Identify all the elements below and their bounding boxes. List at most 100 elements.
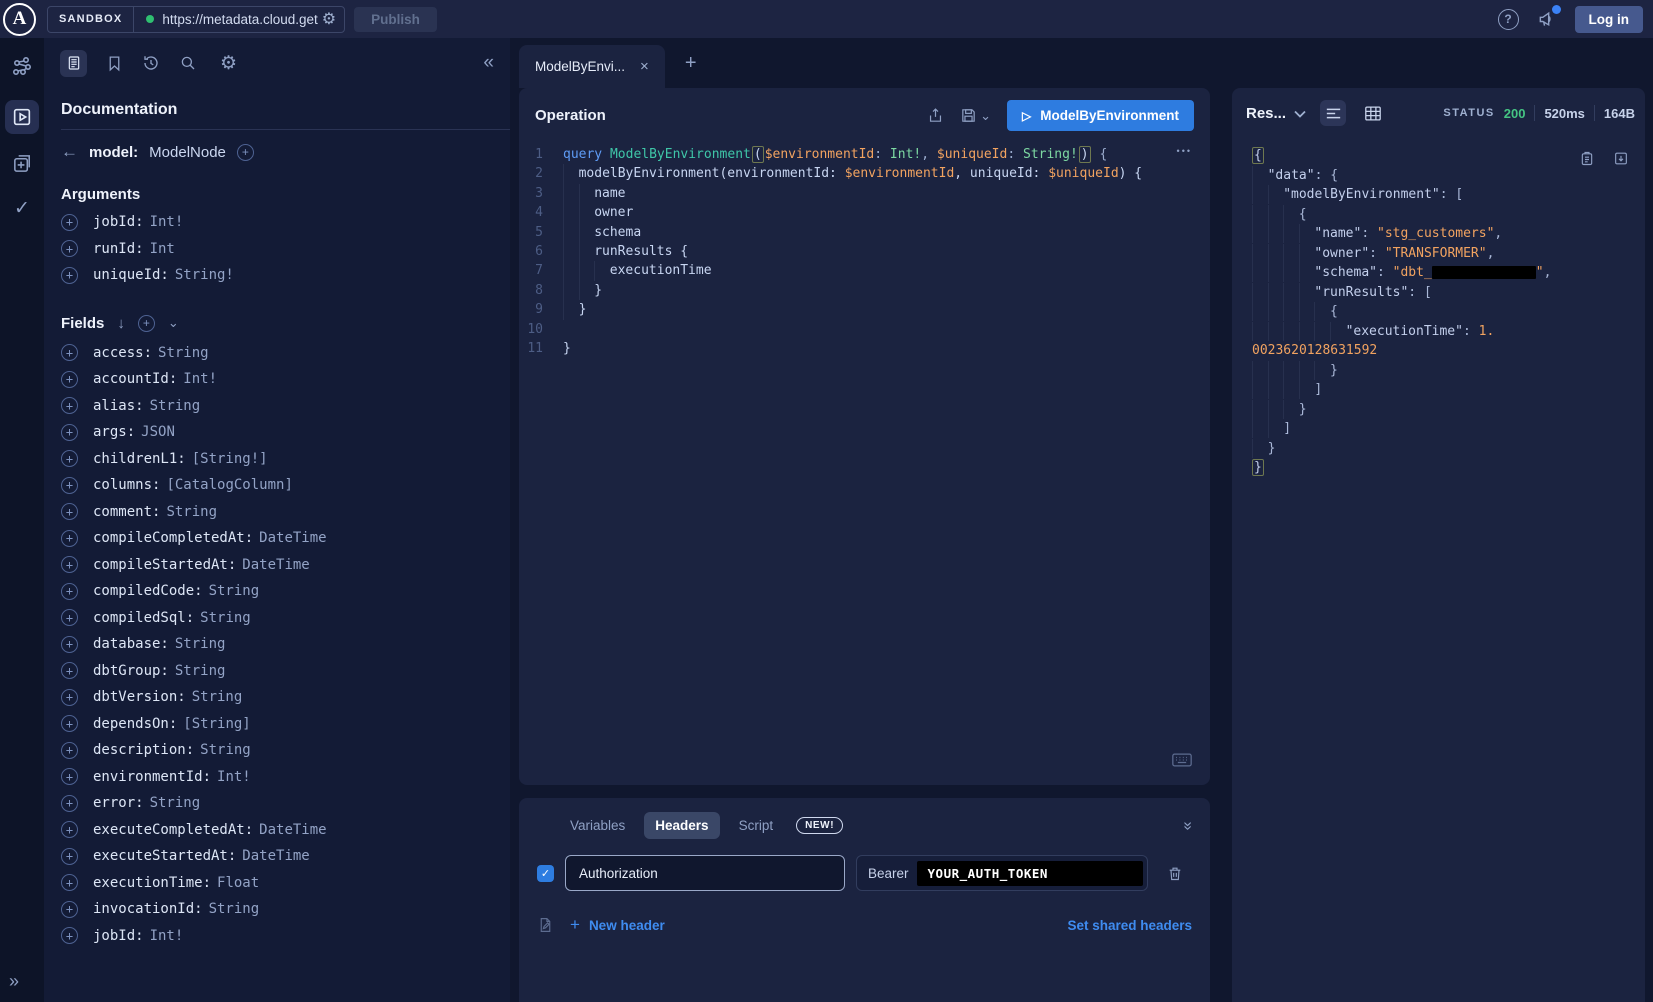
field-row[interactable]: +compileStartedAt:DateTime <box>44 552 510 579</box>
breadcrumb-type-name[interactable]: ModelNode <box>149 144 226 161</box>
add-to-query-icon[interactable]: + <box>61 609 78 626</box>
field-row[interactable]: +columns:[CatalogColumn] <box>44 472 510 499</box>
field-row[interactable]: +compiledSql:String <box>44 605 510 632</box>
field-type[interactable]: DateTime <box>259 822 326 838</box>
add-to-query-icon[interactable]: + <box>61 848 78 865</box>
field-row[interactable]: +error:String <box>44 790 510 817</box>
add-to-query-icon[interactable]: + <box>61 267 78 284</box>
field-row[interactable]: +args:JSON <box>44 419 510 446</box>
argument-row[interactable]: +runId:Int <box>44 236 510 263</box>
add-to-query-icon[interactable]: + <box>61 371 78 388</box>
endpoint-url-group[interactable]: SANDBOX https://metadata.cloud.get ⚙ <box>47 6 345 33</box>
explorer-nav-icon[interactable] <box>5 100 39 134</box>
add-to-query-icon[interactable]: + <box>61 715 78 732</box>
field-row[interactable]: +dependsOn:[String] <box>44 711 510 738</box>
add-to-query-icon[interactable]: + <box>61 901 78 918</box>
login-button[interactable]: Log in <box>1575 6 1644 33</box>
explorer-settings-gear-icon[interactable]: ⚙ <box>220 52 237 75</box>
field-type[interactable]: DateTime <box>259 530 326 546</box>
tab-variables[interactable]: Variables <box>559 812 636 839</box>
add-to-query-icon[interactable]: + <box>61 927 78 944</box>
header-enabled-checkbox[interactable]: ✓ <box>537 865 554 882</box>
back-arrow-icon[interactable]: ← <box>61 142 78 162</box>
add-to-query-icon[interactable]: + <box>61 583 78 600</box>
field-type[interactable]: Int! <box>150 214 184 230</box>
add-to-query-icon[interactable]: + <box>61 636 78 653</box>
add-to-query-icon[interactable]: + <box>61 662 78 679</box>
keyboard-shortcuts-icon[interactable] <box>1172 753 1192 767</box>
edit-headers-document-icon[interactable] <box>537 916 554 934</box>
field-type[interactable]: String <box>200 610 251 626</box>
tab-script[interactable]: Script <box>728 812 785 839</box>
field-type[interactable]: String <box>175 663 226 679</box>
graphql-editor[interactable]: 1query ModelByEnvironment($environmentId… <box>519 141 1210 358</box>
response-json-viewer[interactable]: {"data": {"modelByEnvironment": [{"name"… <box>1232 132 1645 478</box>
field-row[interactable]: +executeCompletedAt:DateTime <box>44 817 510 844</box>
add-to-query-icon[interactable]: + <box>61 689 78 706</box>
add-to-query-icon[interactable]: + <box>61 795 78 812</box>
argument-row[interactable]: +jobId:Int! <box>44 209 510 236</box>
field-type[interactable]: JSON <box>141 424 175 440</box>
add-to-query-icon[interactable]: + <box>61 344 78 361</box>
collapse-panel-chevron-icon[interactable]: » <box>1179 821 1197 830</box>
add-to-query-icon[interactable]: + <box>61 556 78 573</box>
delete-header-icon[interactable] <box>1167 865 1183 882</box>
add-to-query-icon[interactable]: + <box>61 240 78 257</box>
documentation-tab-icon[interactable] <box>60 50 87 77</box>
add-to-query-icon[interactable]: + <box>61 821 78 838</box>
field-type[interactable]: String <box>192 689 243 705</box>
field-type[interactable]: Float <box>217 875 259 891</box>
field-type[interactable]: String <box>209 901 260 917</box>
field-row[interactable]: +accountId:Int! <box>44 366 510 393</box>
field-type[interactable]: String <box>150 795 201 811</box>
field-type[interactable]: String <box>200 742 251 758</box>
field-type[interactable]: [String] <box>183 716 250 732</box>
connection-settings-gear-icon[interactable]: ⚙ <box>322 9 336 29</box>
code-line[interactable]: 10 <box>519 320 1210 339</box>
add-to-query-icon[interactable]: + <box>61 503 78 520</box>
argument-row[interactable]: +uniqueId:String! <box>44 262 510 289</box>
field-type[interactable]: DateTime <box>242 848 309 864</box>
field-row[interactable]: +alias:String <box>44 393 510 420</box>
code-line[interactable]: 1query ModelByEnvironment($environmentId… <box>519 145 1210 164</box>
fields-options-chevron-icon[interactable]: ⌄ <box>168 315 179 331</box>
field-row[interactable]: +description:String <box>44 737 510 764</box>
add-to-query-icon[interactable]: + <box>61 214 78 231</box>
editor-more-options-icon[interactable]: ••• <box>1177 146 1192 156</box>
field-row[interactable]: +access:String <box>44 340 510 367</box>
field-row[interactable]: +compileCompletedAt:DateTime <box>44 525 510 552</box>
code-line[interactable]: 6runResults { <box>519 242 1210 261</box>
header-key-input[interactable] <box>565 855 845 891</box>
field-row[interactable]: +dbtGroup:String <box>44 658 510 685</box>
add-to-query-icon[interactable]: + <box>61 477 78 494</box>
download-response-icon[interactable] <box>1613 150 1629 167</box>
field-type[interactable]: String <box>209 583 260 599</box>
field-row[interactable]: +compiledCode:String <box>44 578 510 605</box>
field-row[interactable]: +environmentId:Int! <box>44 764 510 791</box>
code-line[interactable]: 7executionTime <box>519 261 1210 280</box>
collections-nav-icon[interactable] <box>11 152 34 175</box>
code-line[interactable]: 2modelByEnvironment(environmentId: $envi… <box>519 164 1210 183</box>
help-icon[interactable]: ? <box>1498 9 1519 30</box>
close-tab-icon[interactable]: × <box>640 58 649 75</box>
response-title[interactable]: Res... <box>1246 105 1286 122</box>
add-field-icon[interactable]: + <box>237 144 254 161</box>
checks-nav-icon[interactable]: ✓ <box>14 197 30 220</box>
field-type[interactable]: [String!] <box>192 451 268 467</box>
raw-view-icon[interactable] <box>1320 100 1346 126</box>
field-type[interactable]: Int! <box>217 769 251 785</box>
field-type[interactable]: Int! <box>183 371 217 387</box>
schema-graph-icon[interactable] <box>10 54 34 78</box>
set-shared-headers-link[interactable]: Set shared headers <box>1067 918 1192 933</box>
sort-fields-icon[interactable]: ↓ <box>117 315 125 332</box>
field-type[interactable]: Int! <box>150 928 184 944</box>
code-line[interactable]: 4owner <box>519 203 1210 222</box>
save-operation-icon[interactable]: ⌄ <box>960 107 991 124</box>
endpoint-url-input[interactable]: https://metadata.cloud.get <box>162 12 317 27</box>
add-all-fields-icon[interactable]: + <box>138 315 155 332</box>
save-options-chevron-icon[interactable]: ⌄ <box>980 108 991 124</box>
publish-button[interactable]: Publish <box>354 7 437 32</box>
field-type[interactable]: String <box>166 504 217 520</box>
run-operation-button[interactable]: ▷ ModelByEnvironment <box>1007 100 1194 131</box>
share-operation-icon[interactable] <box>927 107 944 124</box>
